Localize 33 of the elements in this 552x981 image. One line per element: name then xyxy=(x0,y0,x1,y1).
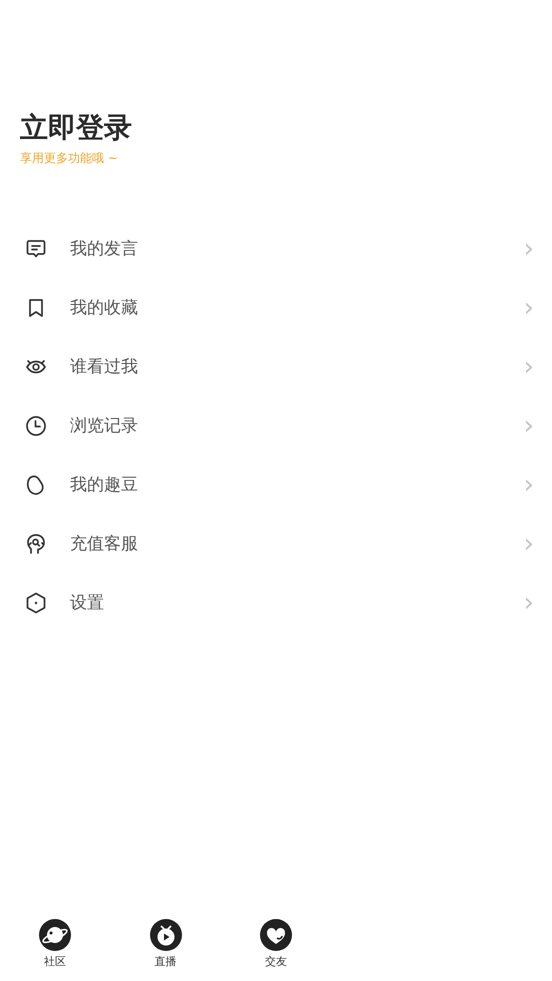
settings-icon xyxy=(24,590,48,614)
menu-label: 充值客服 xyxy=(70,533,139,555)
menu-item[interactable]: 我的收藏 › xyxy=(0,278,552,337)
menu-label: 设置 xyxy=(70,592,105,614)
login-subtitle: 享用更多功能哦 ~ xyxy=(20,150,118,167)
chevron-icon: › xyxy=(524,590,534,616)
planet-icon xyxy=(39,919,72,951)
tab-label: 社区 xyxy=(44,954,66,969)
menu-label: 我的收藏 xyxy=(70,297,139,319)
menu-label: 浏览记录 xyxy=(70,415,139,437)
menu-label: 我的趣豆 xyxy=(70,474,139,496)
tab-item[interactable]: 直播 xyxy=(110,913,221,975)
menu-label: 我的发言 xyxy=(70,238,139,260)
menu-item[interactable]: 我的发言 › xyxy=(0,219,552,278)
menu-item[interactable]: 我的趣豆 › xyxy=(0,455,552,514)
menu-item[interactable]: 谁看过我 › xyxy=(0,337,552,396)
menu-label: 谁看过我 xyxy=(70,356,139,378)
menu-item[interactable]: 浏览记录 › xyxy=(0,396,552,455)
tab-label: 交友 xyxy=(264,954,287,969)
chevron-icon: › xyxy=(524,294,534,320)
chevron-icon: › xyxy=(524,472,534,498)
tv-icon xyxy=(150,919,182,951)
tab-item[interactable]: 交友 xyxy=(220,913,332,975)
tab-label: 直播 xyxy=(154,954,177,969)
chevron-icon: › xyxy=(524,412,534,438)
menu-item[interactable]: 设置 › xyxy=(0,573,552,632)
chevron-icon: › xyxy=(524,236,534,262)
clock-icon xyxy=(24,414,48,438)
chevron-icon: › xyxy=(524,354,534,380)
login-title[interactable]: 立即登录 xyxy=(20,108,132,148)
menu-item[interactable]: 充值客服 › xyxy=(0,514,552,573)
chevron-icon: › xyxy=(524,530,534,556)
tab-item[interactable]: 社区 xyxy=(0,913,110,975)
